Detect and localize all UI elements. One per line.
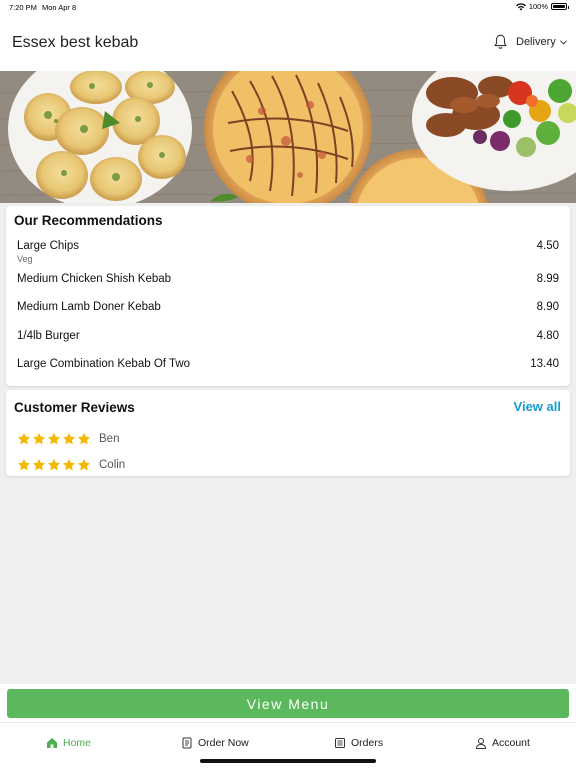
reviews-card: Customer Reviews View all Ben Colin	[6, 390, 570, 476]
star-icon	[62, 432, 76, 445]
recommendation-item[interactable]: Large Chips Veg 4.50	[17, 240, 559, 264]
battery-percent: 100%	[528, 2, 548, 11]
star-icon	[77, 432, 91, 445]
star-icon	[32, 432, 46, 445]
item-price: 8.99	[536, 273, 559, 285]
star-icon	[62, 458, 76, 471]
app-header: Essex best kebab Delivery	[0, 14, 576, 71]
home-icon	[47, 738, 57, 748]
recommendations-title: Our Recommendations	[14, 213, 163, 228]
view-all-reviews-link[interactable]: View all	[514, 399, 561, 414]
battery-icon	[551, 3, 569, 10]
recommendation-item[interactable]: Medium Lamb Doner Kebab 8.90	[17, 301, 559, 313]
recommendation-item[interactable]: Medium Chicken Shish Kebab 8.99	[17, 273, 559, 285]
tab-account-label: Account	[492, 737, 530, 749]
view-menu-button[interactable]: View Menu	[7, 689, 569, 718]
item-tag: Veg	[17, 254, 33, 264]
user-icon	[475, 738, 487, 749]
item-name: Medium Chicken Shish Kebab	[17, 273, 172, 285]
tab-order-now[interactable]: Order Now	[181, 737, 249, 749]
tab-account[interactable]: Account	[475, 737, 530, 749]
status-right: 100%	[515, 2, 569, 11]
store-name: Essex best kebab	[12, 34, 139, 51]
item-name: Large Combination Kebab Of Two	[17, 358, 191, 370]
reviewer-name: Ben	[99, 433, 120, 445]
tab-orders[interactable]: Orders	[334, 737, 383, 749]
hero-food-image	[0, 71, 576, 203]
tab-order-now-label: Order Now	[198, 737, 249, 749]
star-icon	[47, 432, 61, 445]
battery-fill	[553, 5, 565, 8]
order-icon	[182, 737, 192, 749]
recommendations-card: Our Recommendations Large Chips Veg 4.50…	[6, 206, 570, 386]
tab-orders-label: Orders	[351, 737, 384, 749]
delivery-mode-label: Delivery	[516, 36, 556, 48]
star-icon	[77, 458, 91, 471]
star-rating	[17, 458, 91, 472]
item-price: 4.80	[536, 330, 559, 342]
item-price: 4.50	[536, 240, 559, 252]
item-name: 1/4lb Burger	[17, 330, 80, 342]
status-bar: 7:20 PM Mon Apr 8 100%	[0, 0, 576, 14]
star-icon	[47, 458, 61, 471]
tab-home-label: Home	[63, 737, 92, 749]
review-item[interactable]: Colin	[17, 458, 125, 472]
tab-home[interactable]: Home	[46, 737, 91, 749]
star-rating	[17, 432, 91, 446]
item-name: Large Chips	[17, 240, 80, 252]
recommendation-item[interactable]: 1/4lb Burger 4.80	[17, 330, 559, 342]
item-price: 13.40	[530, 358, 559, 370]
item-price: 8.90	[536, 301, 559, 313]
reviewer-name: Colin	[99, 459, 126, 471]
chevron-down-icon	[559, 39, 567, 45]
home-indicator	[200, 759, 376, 763]
star-icon	[17, 458, 31, 471]
item-name: Medium Lamb Doner Kebab	[17, 301, 161, 313]
status-date: Mon Apr 8	[42, 3, 77, 12]
delivery-mode-select[interactable]: Delivery	[516, 36, 567, 48]
review-item[interactable]: Ben	[17, 432, 119, 446]
wifi-icon	[515, 2, 526, 10]
bell-icon[interactable]	[493, 34, 508, 50]
receipt-icon	[335, 738, 345, 748]
star-icon	[17, 432, 31, 445]
star-icon	[32, 458, 46, 471]
recommendation-item[interactable]: Large Combination Kebab Of Two 13.40	[17, 358, 559, 370]
reviews-title: Customer Reviews	[14, 400, 135, 415]
status-time: 7:20 PM	[9, 3, 37, 12]
